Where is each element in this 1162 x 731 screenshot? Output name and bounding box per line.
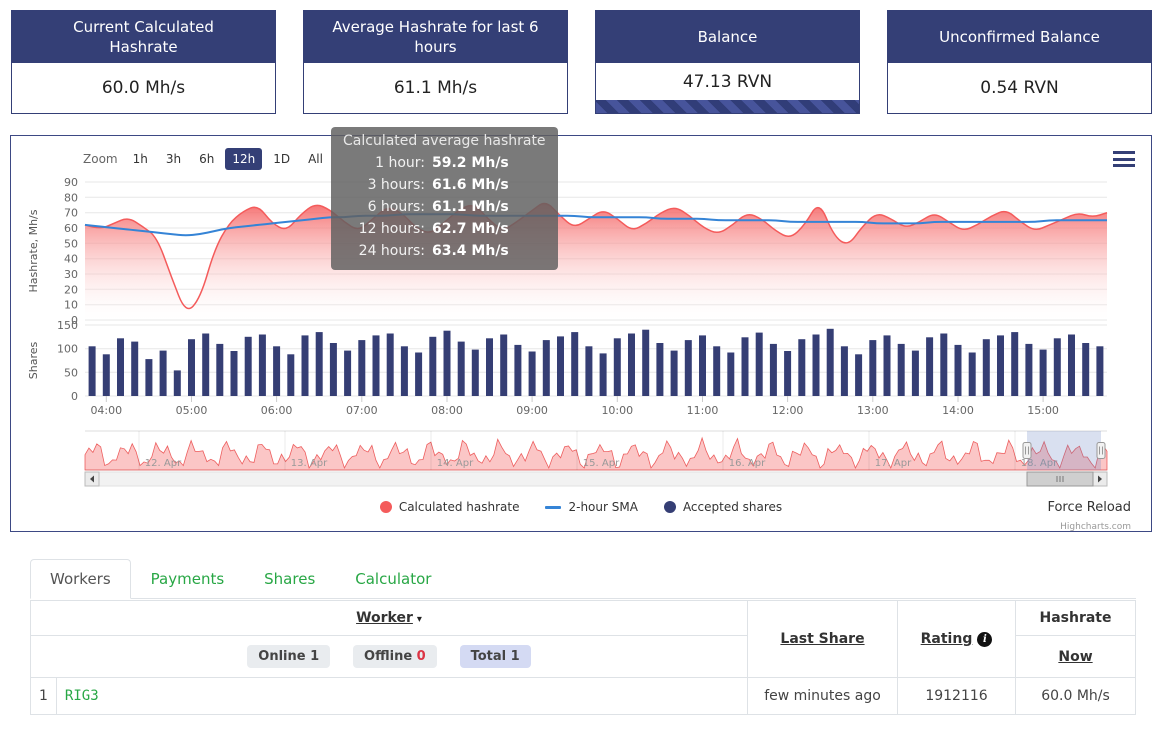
navy-dot-icon — [663, 501, 676, 513]
svg-text:08:00: 08:00 — [431, 404, 463, 417]
last-share-column-header[interactable]: Last Share — [747, 600, 898, 678]
svg-text:10: 10 — [64, 299, 78, 312]
card-current-hashrate: Current Calculated Hashrate 60.0 Mh/s — [11, 10, 276, 114]
svg-text:0: 0 — [71, 390, 78, 403]
svg-text:40: 40 — [64, 253, 78, 266]
card-unconfirmed-balance: Unconfirmed Balance 0.54 RVN — [887, 10, 1152, 114]
zoom-button-1d[interactable]: 1D — [266, 148, 297, 170]
card-value: 61.1 Mh/s — [393, 78, 478, 98]
svg-text:30: 30 — [64, 268, 78, 281]
row-index: 1 — [30, 677, 57, 715]
worker-name: RIG3 — [55, 677, 749, 715]
workers-table: Worker ▾ Last Share Rating i Hashrate Onli… — [30, 600, 1136, 715]
content-tabs: Workers Payments Shares Calculator — [30, 559, 1136, 599]
force-reload-link[interactable]: Force Reload — [1047, 500, 1131, 515]
svg-text:09:00: 09:00 — [516, 404, 548, 417]
sort-caret-icon: ▾ — [416, 614, 422, 625]
hashrate-now-header[interactable]: Now — [1015, 635, 1136, 678]
tab-workers[interactable]: Workers — [30, 559, 131, 599]
legend-calculated-hashrate[interactable]: Calculated hashrate — [379, 500, 520, 514]
hashrate-chart-panel: 0 10 20 30 40 50 60 70 80 90 0 50 100 150 Hashrate, Mh… — [10, 135, 1152, 532]
svg-text:90: 90 — [64, 176, 78, 189]
svg-text:12. Apr: 12. Apr — [145, 458, 182, 469]
svg-text:14. Apr: 14. Apr — [437, 458, 474, 469]
svg-text:13. Apr: 13. Apr — [291, 458, 328, 469]
svg-text:10:00: 10:00 — [601, 404, 633, 417]
svg-text:100: 100 — [57, 343, 78, 356]
svg-text:50: 50 — [64, 366, 78, 379]
chart-canvas[interactable]: 0102030405060708090050100150Hashrate, Mh… — [11, 136, 1151, 492]
worker-filters: Online 1 Offline 0 Total 1 — [30, 635, 748, 678]
svg-text:Shares: Shares — [27, 341, 40, 379]
card-value: 0.54 RVN — [980, 78, 1059, 98]
card-balance: Balance 47.13 RVN — [595, 10, 860, 114]
highcharts-credit-link[interactable]: Highcharts.com — [1060, 522, 1131, 532]
hashrate-column-header: Hashrate — [1015, 600, 1136, 636]
svg-text:06:00: 06:00 — [261, 404, 293, 417]
svg-text:70: 70 — [64, 207, 78, 220]
filter-online-badge[interactable]: Online 1 — [247, 645, 331, 668]
worker-rating: 1912116 — [897, 677, 1016, 715]
legend-label: Accepted shares — [682, 500, 783, 514]
svg-text:07:00: 07:00 — [346, 404, 378, 417]
legend-2-hour-sma[interactable]: 2-hour SMA — [545, 500, 638, 514]
svg-text:50: 50 — [64, 237, 78, 250]
filter-total-badge[interactable]: Total 1 — [459, 645, 531, 668]
svg-text:20: 20 — [64, 283, 78, 296]
worker-column-header[interactable]: Worker ▾ — [30, 600, 748, 636]
svg-text:150: 150 — [57, 319, 78, 332]
svg-text:Hashrate, Mh/s: Hashrate, Mh/s — [27, 209, 40, 292]
filter-offline-badge[interactable]: Offline 0 — [353, 645, 437, 668]
tab-shares[interactable]: Shares — [244, 559, 335, 599]
rating-column-header[interactable]: Rating i — [897, 600, 1016, 678]
chart-legend: Calculated hashrate 2-hour SMA Accepted … — [11, 500, 1151, 514]
svg-text:13:00: 13:00 — [857, 404, 889, 417]
svg-text:04:00: 04:00 — [90, 404, 122, 417]
zoom-button-3h[interactable]: 3h — [159, 148, 188, 170]
stat-cards: Current Calculated Hashrate 60.0 Mh/s Av… — [11, 10, 1152, 114]
legend-label: 2-hour SMA — [568, 500, 638, 514]
svg-text:12:00: 12:00 — [772, 404, 804, 417]
card-title: Balance — [596, 11, 859, 63]
svg-text:16. Apr: 16. Apr — [729, 458, 766, 469]
legend-accepted-shares[interactable]: Accepted shares — [663, 500, 783, 514]
zoom-button-12h[interactable]: 12h — [225, 148, 263, 170]
red-dot-icon — [379, 501, 392, 513]
card-title: Current Calculated Hashrate — [12, 11, 275, 63]
legend-label: Calculated hashrate — [398, 500, 520, 514]
card-title: Unconfirmed Balance — [888, 11, 1151, 63]
card-title: Average Hashrate for last 6 hours — [304, 11, 567, 63]
zoom-button-1h[interactable]: 1h — [126, 148, 155, 170]
svg-text:11:00: 11:00 — [687, 404, 719, 417]
tab-payments[interactable]: Payments — [131, 559, 244, 599]
rating-info-icon[interactable]: i — [977, 632, 993, 647]
card-value: 60.0 Mh/s — [101, 78, 186, 98]
svg-text:14:00: 14:00 — [942, 404, 974, 417]
svg-text:17. Apr: 17. Apr — [875, 458, 912, 469]
zoom-label: Zoom — [83, 152, 118, 166]
chart-menu-icon[interactable] — [1113, 151, 1135, 171]
balance-progress-bar — [596, 100, 859, 113]
svg-text:05:00: 05:00 — [176, 404, 208, 417]
svg-text:15:00: 15:00 — [1027, 404, 1059, 417]
card-average-hashrate: Average Hashrate for last 6 hours 61.1 M… — [303, 10, 568, 114]
svg-text:80: 80 — [64, 191, 78, 204]
card-value: 47.13 RVN — [682, 72, 773, 92]
blue-line-icon — [545, 505, 562, 509]
worker-row: 1 RIG3 few minutes ago 1912116 60.0 Mh/s — [30, 677, 1136, 715]
zoom-button-all[interactable]: All — [301, 148, 330, 170]
zoom-button-6h[interactable]: 6h — [192, 148, 221, 170]
svg-text:60: 60 — [64, 222, 78, 235]
svg-text:15. Apr: 15. Apr — [583, 458, 620, 469]
worker-last-share: few minutes ago — [747, 677, 898, 715]
worker-hashrate-now: 60.0 Mh/s — [1015, 677, 1136, 715]
zoom-controls: Zoom 1h 3h 6h 12h 1D All — [83, 148, 330, 170]
tab-calculator[interactable]: Calculator — [335, 559, 451, 599]
